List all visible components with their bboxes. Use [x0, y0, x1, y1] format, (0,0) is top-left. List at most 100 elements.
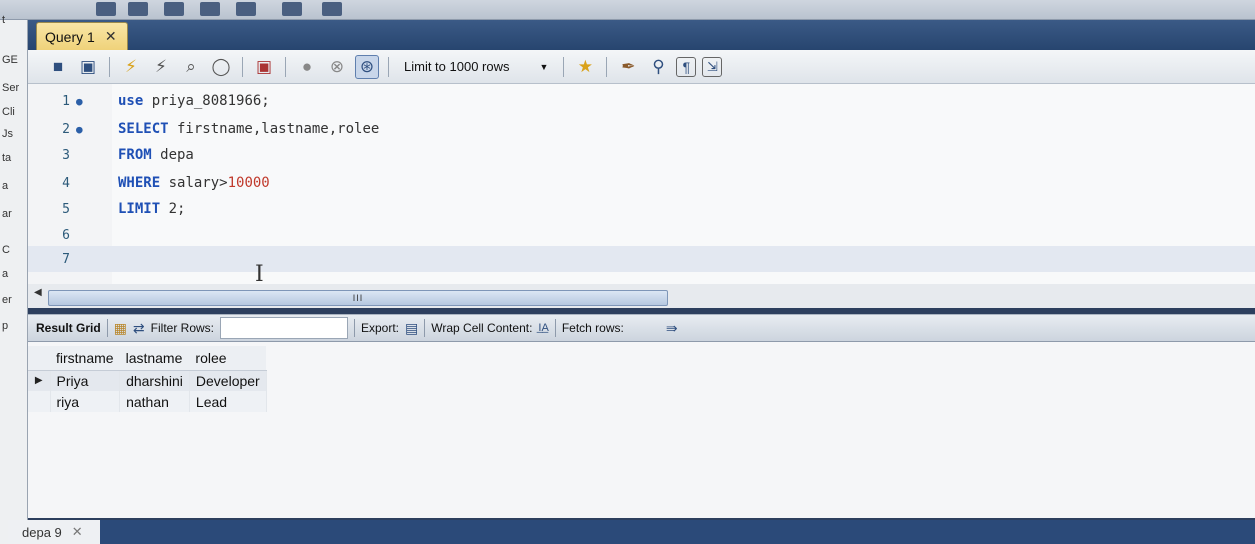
- toolbar-icon[interactable]: [200, 2, 220, 16]
- toolbar-separator: [388, 56, 389, 77]
- dropdown-arrow-icon[interactable]: ▼: [540, 62, 549, 72]
- code-line[interactable]: 6: [28, 222, 1255, 248]
- navigator-fragment[interactable]: Js: [2, 128, 13, 140]
- code-line[interactable]: 5 LIMIT 2;: [28, 196, 1255, 222]
- result-table: firstname lastname rolee ▶ Priya dharshi…: [28, 346, 267, 412]
- navigator-fragment[interactable]: ar: [2, 208, 12, 220]
- table-cell[interactable]: Priya: [50, 370, 121, 391]
- statement-marker-icon: ●: [76, 122, 83, 136]
- rollback-icon[interactable]: ⊗: [325, 55, 349, 79]
- execute-icon[interactable]: ⚡: [119, 55, 143, 79]
- navigator-fragment[interactable]: C: [2, 244, 10, 256]
- code-line[interactable]: 2 ● SELECT firstname,lastname,rolee: [28, 116, 1255, 142]
- word-wrap-icon[interactable]: ⇲: [702, 56, 723, 77]
- grid-view-icon[interactable]: ▦: [114, 320, 127, 337]
- toolbar-icon[interactable]: [164, 2, 184, 16]
- table-cell[interactable]: Lead: [189, 391, 267, 412]
- toolbar-icon[interactable]: [322, 2, 342, 16]
- sql-editor[interactable]: 1 ● use priya_8081966; 2 ● SELECT firstn…: [28, 84, 1255, 287]
- code-text[interactable]: WHERE salary>10000: [88, 175, 270, 191]
- header-row: firstname lastname rolee: [28, 346, 267, 371]
- tab-label: depa 9: [22, 524, 62, 540]
- open-folder-icon[interactable]: ■: [46, 55, 70, 79]
- toolbar-icon[interactable]: [96, 2, 116, 16]
- scroll-left-icon[interactable]: ◀: [34, 287, 42, 298]
- tab-query-1[interactable]: Query 1 ✕: [36, 22, 128, 50]
- tab-depa-9[interactable]: depa 9 ✕: [8, 520, 100, 544]
- toolbar-separator: [242, 56, 243, 77]
- table-row[interactable]: riya nathan Lead: [28, 391, 267, 412]
- toolbar-separator: [563, 56, 565, 77]
- line-number: 2: [62, 121, 70, 137]
- save-icon[interactable]: ▣: [76, 55, 100, 79]
- scrollbar-thumb[interactable]: III: [48, 290, 668, 306]
- row-pointer-icon: ▶: [28, 370, 51, 391]
- code-text[interactable]: use priya_8081966;: [88, 93, 270, 109]
- navigator-fragment[interactable]: a: [2, 268, 8, 280]
- column-header[interactable]: lastname: [119, 346, 190, 371]
- invisible-chars-icon[interactable]: ¶: [676, 56, 697, 77]
- query-tab-strip: Query 1 ✕: [28, 20, 1255, 50]
- table-cell[interactable]: nathan: [119, 391, 190, 412]
- line-number: 4: [62, 175, 70, 191]
- toolbar-separator: [285, 56, 286, 77]
- code-line-current[interactable]: 7: [28, 246, 1255, 272]
- table-cell[interactable]: riya: [50, 391, 121, 412]
- stop-icon[interactable]: ◯: [209, 55, 233, 79]
- toggle-output-icon[interactable]: ▣: [252, 55, 276, 79]
- toolbar-icon[interactable]: [128, 2, 148, 16]
- beautify-icon[interactable]: ✒: [616, 55, 640, 79]
- line-number: 5: [62, 201, 70, 217]
- result-grid-tab[interactable]: Result Grid: [36, 321, 101, 335]
- code-text[interactable]: FROM depa: [88, 147, 194, 163]
- table-row[interactable]: ▶ Priya dharshini Developer: [28, 370, 267, 391]
- line-number: 6: [62, 227, 70, 243]
- code-text[interactable]: LIMIT 2;: [88, 201, 185, 217]
- export-label: Export:: [361, 321, 400, 335]
- code-text[interactable]: SELECT firstname,lastname,rolee: [88, 121, 379, 137]
- table-cell[interactable]: dharshini: [119, 370, 190, 391]
- filter-rows-input[interactable]: [220, 317, 348, 339]
- navigator-fragment[interactable]: ta: [2, 152, 11, 164]
- wrap-cell-label: Wrap Cell Content:: [431, 321, 533, 335]
- toolbar-icon[interactable]: [282, 2, 302, 16]
- add-snippet-icon[interactable]: ★: [573, 55, 597, 79]
- navigator-fragment[interactable]: p: [2, 320, 8, 332]
- navigator-fragment[interactable]: GE: [2, 54, 18, 66]
- code-line[interactable]: 1 ● use priya_8081966;: [28, 88, 1255, 114]
- code-line[interactable]: 3 FROM depa: [28, 142, 1255, 168]
- toolbar-separator: [606, 56, 608, 77]
- limit-rows-label: Limit to 1000 rows: [404, 59, 510, 74]
- tab-label: Query 1: [45, 28, 95, 45]
- navigator-fragment[interactable]: a: [2, 180, 8, 192]
- execute-current-icon[interactable]: ⚡: [149, 55, 173, 79]
- export-icon[interactable]: ▤: [405, 320, 418, 337]
- limit-rows-select[interactable]: Limit to 1000 rows ▼: [398, 56, 554, 78]
- fetch-rows-label: Fetch rows:: [561, 321, 624, 335]
- toolbar-separator: [109, 56, 110, 77]
- commit-icon[interactable]: ●: [295, 55, 319, 79]
- navigator-fragment[interactable]: er: [2, 294, 12, 306]
- result-toolbar: Result Grid ▦ ⇄ Filter Rows: Export: ▤ W…: [28, 314, 1255, 342]
- statement-marker-icon: ●: [76, 94, 83, 108]
- wrap-cell-icon[interactable]: I̲A̲: [538, 322, 548, 334]
- close-icon[interactable]: ✕: [105, 28, 117, 45]
- navigator-fragment[interactable]: Ser: [2, 82, 19, 94]
- navigator-fragment[interactable]: Cli: [2, 106, 15, 118]
- explain-icon[interactable]: ⌕: [179, 55, 203, 79]
- output-tab-strip: depa 9 ✕: [8, 520, 1255, 544]
- editor-horizontal-scrollbar[interactable]: ◀ III: [28, 284, 1255, 308]
- editor-toolbar: ■ ▣ ⚡ ⚡ ⌕ ◯ ▣ ● ⊗ ⊛ Limit to 1000 rows ▼…: [28, 50, 1255, 84]
- column-header[interactable]: rolee: [189, 346, 267, 371]
- autocommit-icon[interactable]: ⊛: [355, 54, 379, 79]
- fetch-rows-icon[interactable]: ⇛: [666, 320, 678, 337]
- refresh-icon[interactable]: ⇄: [133, 320, 145, 337]
- column-header[interactable]: firstname: [50, 346, 120, 371]
- app-toolbar: [0, 0, 1255, 20]
- find-icon[interactable]: ⚲: [646, 55, 670, 79]
- close-icon[interactable]: ✕: [72, 524, 83, 540]
- code-line[interactable]: 4 WHERE salary>10000: [28, 170, 1255, 196]
- toolbar-icon[interactable]: [236, 2, 256, 16]
- line-number: 7: [62, 251, 70, 267]
- table-cell[interactable]: Developer: [189, 370, 267, 391]
